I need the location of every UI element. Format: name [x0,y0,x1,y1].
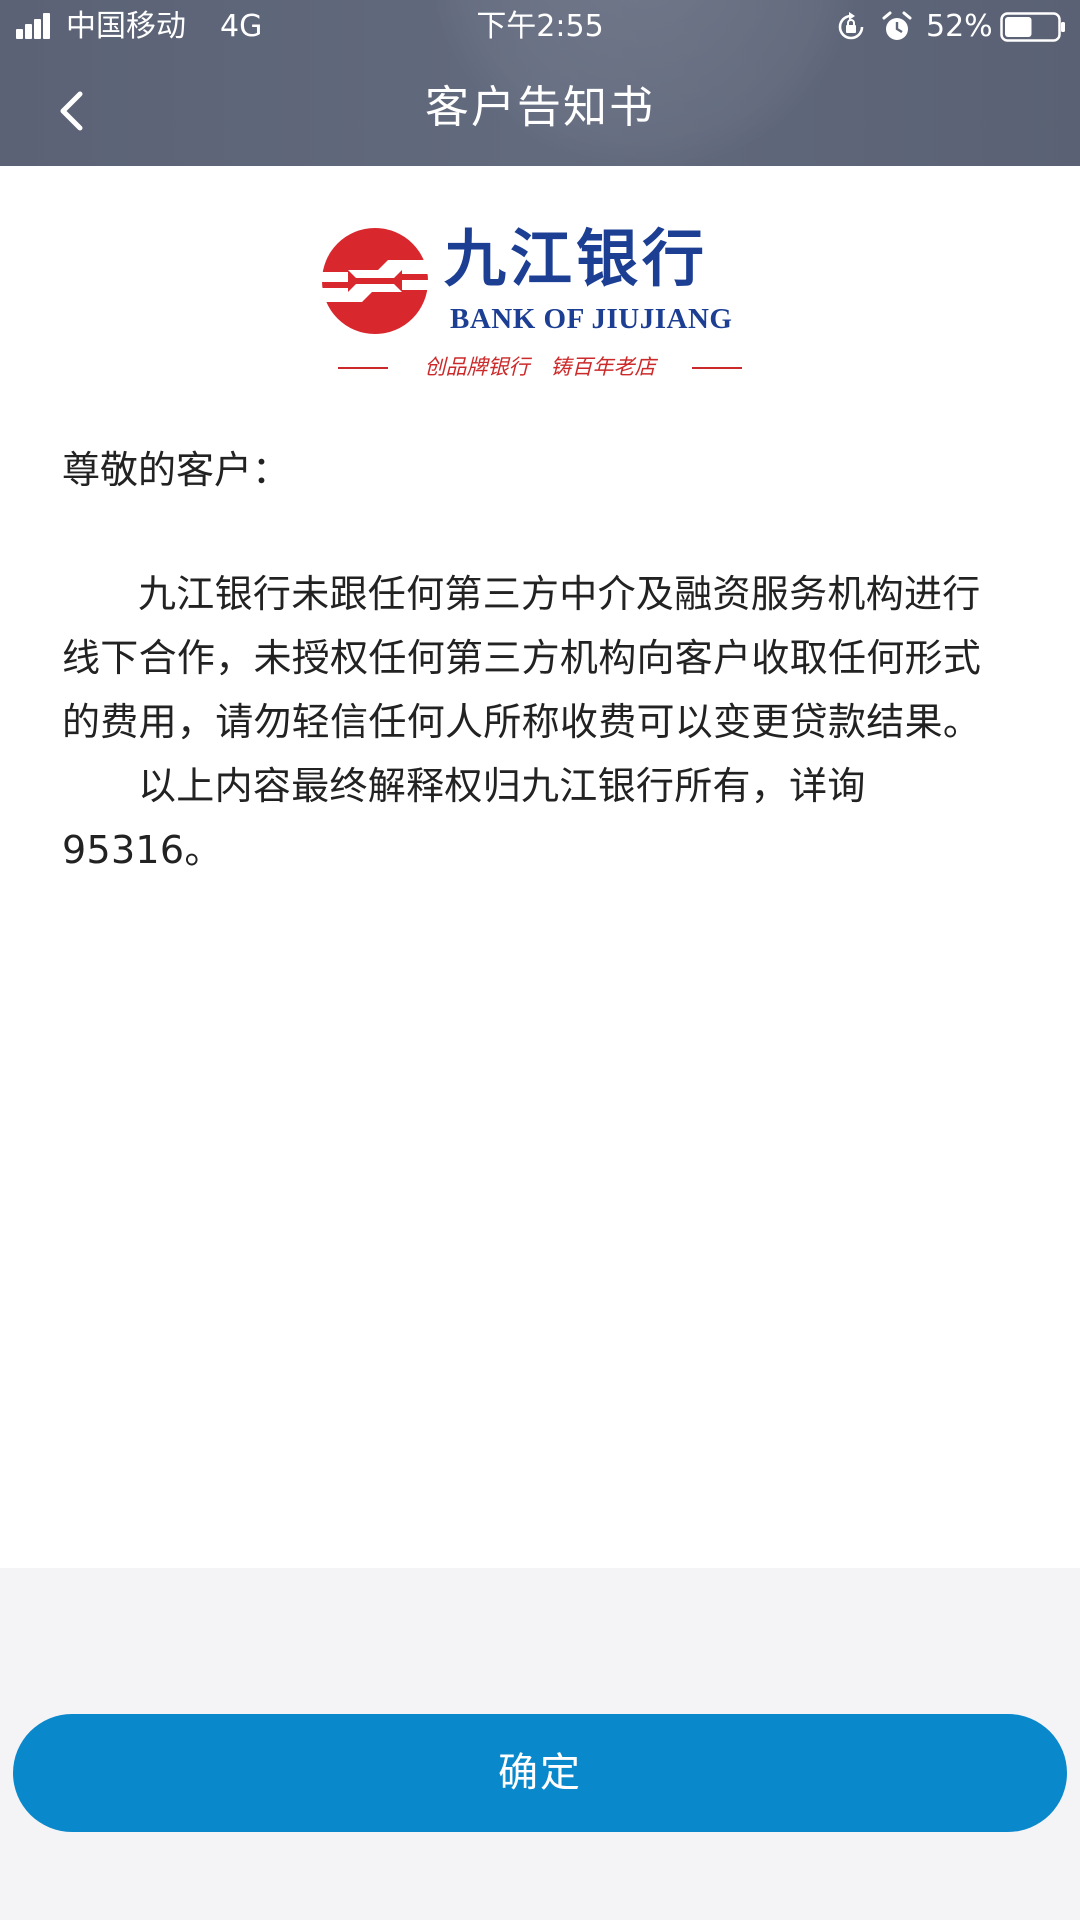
bank-name-chinese: 九江银行 [444,222,709,295]
battery-percentage: 52% [926,9,993,44]
notice-paragraph: 以上内容最终解释权归九江银行所有，详询95316。 [62,764,866,872]
confirm-button[interactable]: 确定 [13,1714,1067,1832]
notice-paragraph: 九江银行未跟任何第三方中介及融资服务机构进行线下合作，未授权任何第三方机构向客户… [62,572,982,744]
bank-name-english: BANK OF JIUJIANG [450,303,733,335]
notice-greeting: 尊敬的客户： [62,448,291,492]
bank-logo: 九江银行 BANK OF JIUJIANG 创品牌银行 铸百年老店 [320,220,760,390]
slogan-divider-right [692,367,742,369]
bank-slogan: 创品牌银行 铸百年老店 [338,350,742,384]
slogan-text: 创品牌银行 铸百年老店 [424,355,656,379]
navigation-bar: 客户告知书 [0,54,1080,166]
app-header: 中国移动 4G 下午2:55 52% 客户告知书 [0,0,1080,166]
slogan-divider-left [338,367,388,369]
page-title: 客户告知书 [425,82,655,133]
status-bar: 中国移动 4G 下午2:55 52% [0,0,1080,54]
battery-icon [1000,12,1065,42]
bank-emblem-icon [320,228,430,334]
customer-notice: 尊敬的客户： 九江银行未跟任何第三方中介及融资服务机构进行线下合作，未授权任何第… [62,438,1002,882]
alarm-clock-icon [882,11,912,40]
rotation-lock-icon [838,12,864,40]
status-time: 下午2:55 [476,9,604,44]
